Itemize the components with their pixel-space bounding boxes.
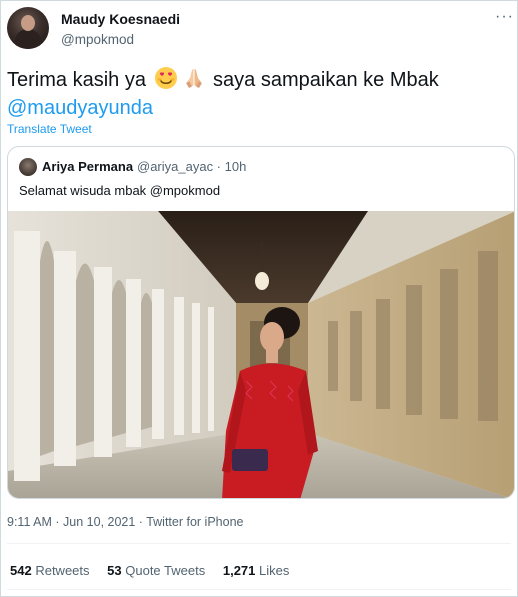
author-handle[interactable]: @mpokmod <box>61 32 134 47</box>
quoted-tweet-text: Selamat wisuda mbak @mpokmod <box>19 183 221 198</box>
quoted-author-avatar[interactable] <box>19 158 37 176</box>
retweets-label: Retweets <box>35 563 90 578</box>
divider-bottom <box>7 589 511 590</box>
quote-tweets-label: Quote Tweets <box>125 563 206 578</box>
quoted-author-name[interactable]: Ariya Permana <box>42 159 133 174</box>
author-name[interactable]: Maudy Koesnaedi <box>61 11 180 27</box>
translate-tweet-link[interactable]: Translate Tweet <box>7 122 92 136</box>
retweets-count: 542 <box>10 563 32 578</box>
heart-eyes-emoji-icon <box>154 67 177 89</box>
engagement-stats: 542 Retweets 53 Quote Tweets 1,271 Likes <box>10 563 303 578</box>
likes-count: 1,271 <box>222 563 256 578</box>
tweet-text-part-1: Terima kasih ya <box>7 69 152 91</box>
retweets-stat[interactable]: 542 Retweets <box>10 563 90 578</box>
tweet-timestamp[interactable]: 9:11 AM · Jun 10, 2021 · Twitter for iPh… <box>7 515 243 529</box>
quoted-tweet-card[interactable]: Ariya Permana @ariya_ayac · 10h Selamat … <box>7 146 515 499</box>
author-avatar[interactable] <box>7 7 49 49</box>
tweet-text-part-2: saya sampaikan ke Mbak <box>207 69 439 91</box>
quoted-author-meta: @ariya_ayac · 10h <box>137 159 247 174</box>
tweet-text: Terima kasih ya saya sampaikan ke Mbak @… <box>7 66 507 122</box>
quote-tweets-stat[interactable]: 53 Quote Tweets <box>107 563 205 578</box>
quote-tweets-count: 53 <box>107 563 122 578</box>
mention-link[interactable]: @maudyayunda <box>7 97 153 119</box>
likes-label: Likes <box>259 563 290 578</box>
quoted-tweet-photo[interactable] <box>8 211 515 499</box>
divider <box>7 543 511 544</box>
likes-stat[interactable]: 1,271 Likes <box>223 563 290 578</box>
folded-hands-emoji-icon <box>185 69 202 88</box>
more-options-icon[interactable]: ··· <box>495 9 514 25</box>
